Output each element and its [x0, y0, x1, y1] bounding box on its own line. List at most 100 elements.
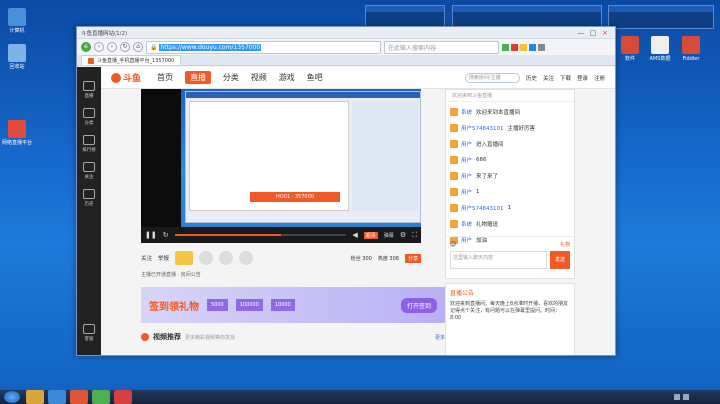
video-rec-more[interactable]: 更多 [435, 334, 445, 341]
sidebar-item-rank[interactable]: 排行榜 [77, 135, 101, 153]
quality-button[interactable]: 超清 [363, 231, 378, 239]
chat-username[interactable]: 系统 [461, 108, 472, 116]
chat-username[interactable]: 用户 [461, 156, 472, 164]
desktop-icon-right-3[interactable]: Fiddler [676, 36, 706, 62]
header-register[interactable]: 注册 [594, 74, 605, 82]
extension-icon[interactable] [520, 43, 527, 51]
close-button[interactable]: × [599, 28, 611, 38]
extension-icon[interactable] [511, 43, 518, 51]
chat-text: 来了来了 [476, 174, 499, 180]
browser-window[interactable]: 斗鱼直播网站(1/2) — □ × e ‹ › ↻ ⌂ 🔒 https://ww… [76, 26, 616, 356]
search-box[interactable]: 在此输入搜索内容 [384, 40, 499, 54]
banner-button[interactable]: 打开签到 [400, 297, 437, 313]
desktop-icon-right-2[interactable]: AMS数据 [645, 36, 675, 62]
maximize-button[interactable]: □ [587, 28, 599, 38]
fullscreen-icon[interactable]: ⛶ [412, 231, 417, 240]
pause-icon[interactable]: ❚❚ [145, 231, 157, 239]
lock-icon: 🔒 [150, 43, 158, 51]
video-player[interactable]: HO01 · 357000 ❚❚ ↻ ◀ 超清 弹幕 ⚙ ⛶ [141, 89, 421, 243]
desktop-icon-label: Fiddler [682, 56, 700, 62]
user-level-icon [450, 140, 458, 148]
fiddler-icon [682, 36, 700, 54]
progress-bar[interactable] [174, 234, 347, 236]
toolbar-extensions[interactable] [502, 43, 545, 51]
header-follow[interactable]: 关注 [543, 74, 554, 82]
gift-icon[interactable] [219, 251, 234, 265]
danmu-button[interactable]: 弹幕 [384, 232, 394, 239]
sidebar-item-live[interactable]: 直播 [77, 81, 101, 99]
background-window-3[interactable] [608, 5, 714, 29]
extension-icon[interactable] [529, 43, 536, 51]
desktop-icon-app[interactable]: 网络直播平台 [2, 120, 32, 146]
chat-message: 用户574843101 主播好厉害 [450, 122, 570, 134]
chat-text: 进入直播间 [476, 142, 504, 148]
desktop-icon-right-1[interactable]: 软件 [615, 36, 645, 62]
taskbar-app-browser[interactable] [48, 390, 66, 404]
live-icon [83, 81, 95, 91]
nav-category[interactable]: 分类 [223, 72, 239, 83]
browser-titlebar[interactable]: 斗鱼直播网站(1/2) — □ × [77, 27, 615, 39]
sidebar-item-service[interactable]: 客服 [77, 324, 101, 342]
sidebar-item-follow[interactable]: 关注 [77, 162, 101, 180]
report-button[interactable]: 举报 [158, 254, 169, 262]
browser-tab[interactable]: 斗鱼直播_手机直播平台_1357000 [81, 55, 182, 65]
sidebar-item-history[interactable]: 历史 [77, 189, 101, 207]
refresh-icon[interactable]: ↻ [120, 42, 130, 52]
forward-icon[interactable]: › [107, 42, 117, 52]
banner-card: 5000 [207, 299, 228, 311]
video-rec-title: 视频推荐 [153, 333, 181, 341]
back-icon[interactable]: ‹ [94, 42, 104, 52]
taskbar-app-explorer[interactable] [26, 390, 44, 404]
tray-icon[interactable] [674, 394, 680, 400]
menu-icon[interactable] [538, 43, 545, 51]
follow-button[interactable]: 关注 [141, 254, 152, 262]
home-icon[interactable]: ⌂ [133, 42, 143, 52]
desktop-icon-computer[interactable]: 计算机 [2, 8, 32, 34]
chat-username[interactable]: 用户 [461, 172, 472, 180]
extension-icon[interactable] [502, 43, 509, 51]
nav-live[interactable]: 直播 [184, 71, 211, 84]
hot-count: 热度 308 [377, 255, 399, 262]
start-button[interactable] [4, 391, 20, 403]
system-tray[interactable] [674, 394, 716, 400]
chat-input[interactable]: 这里输入聊天内容 [450, 251, 547, 269]
header-history[interactable]: 历史 [526, 74, 537, 82]
video-frame: HO01 · 357000 [181, 89, 421, 227]
settings-icon[interactable]: ⚙ [400, 231, 406, 239]
chat-username[interactable]: 用户 [461, 188, 472, 196]
address-bar[interactable]: 🔒 https://www.douyu.com/1357000 [146, 40, 381, 54]
promo-banner[interactable]: 签到领礼物 5000 100000 10000 打开签到 [141, 287, 445, 323]
volume-icon[interactable]: ◀ [352, 231, 357, 239]
recycle-bin-icon [8, 44, 26, 62]
chat-username[interactable]: 用户 [461, 140, 472, 148]
nav-game[interactable]: 游戏 [279, 72, 295, 83]
user-level-icon [450, 220, 458, 228]
nav-home[interactable]: 首页 [157, 72, 173, 83]
reload-icon[interactable]: ↻ [163, 231, 169, 239]
gift-icon[interactable] [239, 251, 254, 265]
taskbar-app-media[interactable] [70, 390, 88, 404]
nav-yuba[interactable]: 鱼吧 [307, 72, 323, 83]
video-screen-window: HO01 · 357000 [185, 91, 421, 223]
chat-username[interactable]: 用户574843101 [461, 204, 504, 212]
header-login[interactable]: 登录 [577, 74, 588, 82]
emoji-icon[interactable]: ☺ [450, 241, 456, 248]
nav-video[interactable]: 视频 [251, 72, 267, 83]
taskbar-app-red[interactable] [114, 390, 132, 404]
desktop-icon-recycle[interactable]: 回收站 [2, 44, 32, 70]
tab-bar: 斗鱼直播_手机直播平台_1357000 [77, 55, 615, 66]
sidebar-item-category[interactable]: 分类 [77, 108, 101, 126]
tray-icon[interactable] [683, 394, 689, 400]
header-download[interactable]: 下载 [560, 74, 571, 82]
share-button[interactable]: 分享 [404, 253, 421, 263]
minimize-button[interactable]: — [575, 28, 587, 38]
chat-list: 系统 欢迎来到本直播间 用户574843101 主播好厉害 用户 进入直播间 用户 666 用户… [446, 102, 574, 246]
site-logo[interactable]: 斗鱼 [111, 71, 141, 84]
site-search-input[interactable]: 搜索房间/主播 [464, 72, 520, 83]
taskbar-app-green[interactable] [92, 390, 110, 404]
chat-send-button[interactable]: 发送 [550, 251, 570, 269]
gift-icon[interactable] [199, 251, 214, 265]
gift-label[interactable]: 礼物 [560, 241, 570, 248]
chat-username[interactable]: 用户574843101 [461, 124, 504, 132]
chat-username[interactable]: 系统 [461, 220, 472, 228]
